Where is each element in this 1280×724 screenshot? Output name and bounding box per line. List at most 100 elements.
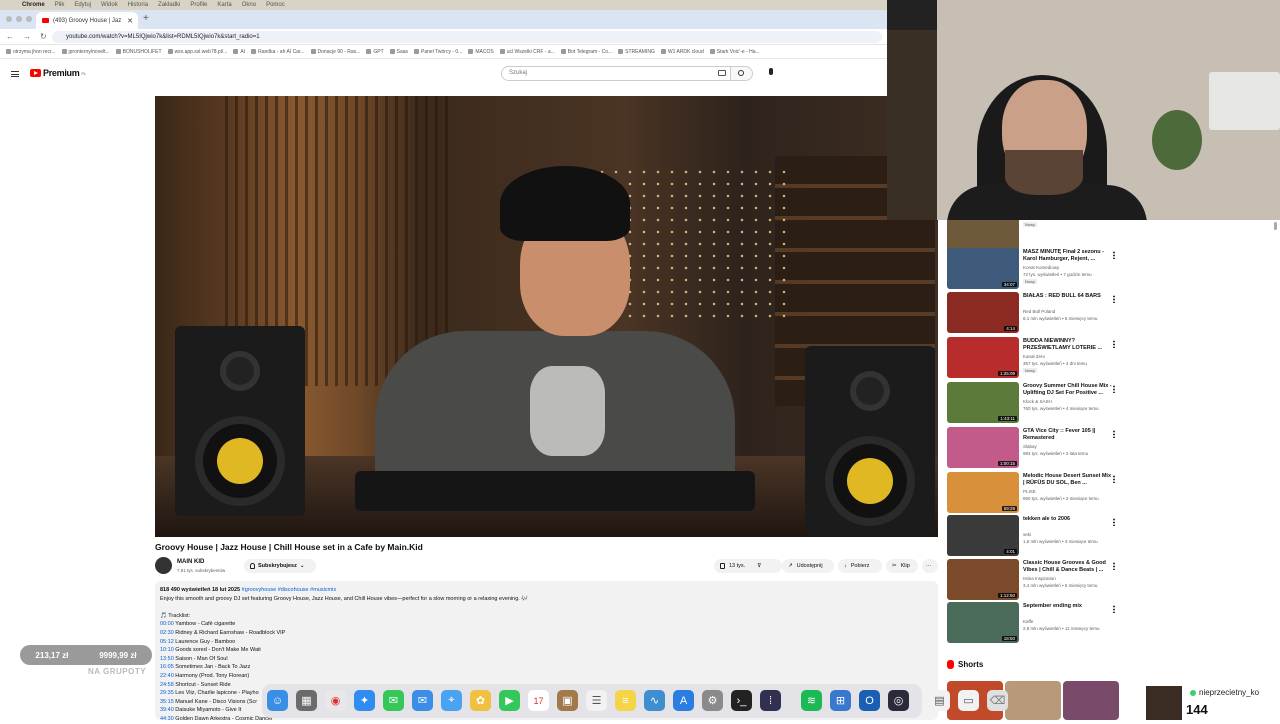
recommended-title[interactable]: GTA Vice City :: Fever 105 || Remastered xyxy=(1023,428,1113,442)
youtube-logo[interactable]: Premium PL xyxy=(30,68,86,78)
chrome-icon[interactable]: ◉ xyxy=(325,690,346,711)
maps-icon[interactable]: ⌖ xyxy=(441,690,462,711)
video-thumbnail[interactable]: 1:12:50 xyxy=(947,559,1019,600)
bookmark-item[interactable]: Randka - ah AI Car... xyxy=(251,49,305,55)
menu-history[interactable]: Historia xyxy=(128,2,148,8)
bookmark-item[interactable]: otrzyma jhon recr... xyxy=(6,49,56,55)
recommended-video[interactable]: 1:43:11 Groovy Summer Chill House Mix - U… xyxy=(947,382,1127,424)
outlook-icon[interactable]: O xyxy=(859,690,880,711)
video-thumbnail[interactable]: 1:25:09 xyxy=(947,337,1019,378)
track-timestamp[interactable]: 13:50 xyxy=(160,656,174,662)
bookmark-item[interactable]: ucl Wszelki CRF - a... xyxy=(499,49,555,55)
more-options-icon[interactable] xyxy=(1113,295,1115,303)
bookmark-item[interactable]: GPT xyxy=(366,49,384,55)
short-thumbnail[interactable] xyxy=(1063,681,1119,720)
recommended-video[interactable]: 4:01 tekken ale to 2006 seki 1,6 mln wyświe… xyxy=(947,515,1127,557)
track-timestamp[interactable]: 29:35 xyxy=(160,690,174,696)
download-button[interactable]: ↓ Pobierz xyxy=(838,559,882,573)
clip-button[interactable]: ✂ Klip xyxy=(886,559,918,573)
apps-grid-icon[interactable]: ⁞ xyxy=(760,690,781,711)
video-player[interactable] xyxy=(155,96,938,537)
trash-icon[interactable]: ⌫ xyxy=(987,690,1008,711)
reminders-icon[interactable]: ☰ xyxy=(586,690,607,711)
finder-icon[interactable]: ☺ xyxy=(267,690,288,711)
video-thumbnail[interactable]: 34:07 xyxy=(947,248,1019,289)
video-thumbnail[interactable]: 18:50 xyxy=(947,602,1019,643)
safari-icon[interactable]: ✦ xyxy=(354,690,375,711)
video-thumbnail[interactable]: 4:14 xyxy=(947,292,1019,333)
share-button[interactable]: ↗ Udostępnij xyxy=(782,559,834,573)
keyboard-icon[interactable] xyxy=(718,70,726,76)
notes-icon[interactable]: ≡ xyxy=(615,690,636,711)
messages-icon[interactable]: ✉ xyxy=(383,690,404,711)
bookmark-item[interactable]: STREAMING xyxy=(618,49,655,55)
menu-view[interactable]: Widok xyxy=(101,2,118,8)
recommended-video[interactable]: 4:14 BIAŁAS : RED BULL 64 BARS Red Bull Po… xyxy=(947,292,1127,334)
more-options-icon[interactable] xyxy=(1113,562,1115,570)
more-options-icon[interactable] xyxy=(1113,430,1115,438)
recommended-channel[interactable]: Kanał Zero xyxy=(1023,354,1045,359)
track-timestamp[interactable]: 22:40 xyxy=(160,673,174,679)
recommended-title[interactable]: Melodic House Desert Sunset Mix | RÜFÜS … xyxy=(1023,473,1113,487)
dislike-icon[interactable]: ⊽ xyxy=(757,563,761,569)
recommended-video[interactable]: 1:00:15 GTA Vice City :: Fever 105 || Rem… xyxy=(947,427,1127,469)
track-timestamp[interactable]: 00:00 xyxy=(160,621,174,627)
windows-app-icon[interactable]: ⊞ xyxy=(830,690,851,711)
spotify-icon[interactable]: ≋ xyxy=(801,690,822,711)
more-options-icon[interactable] xyxy=(1113,605,1115,613)
short-thumbnail[interactable] xyxy=(1005,681,1061,720)
search-input[interactable]: Szukaj xyxy=(501,66,731,81)
address-bar[interactable]: youtube.com/watch?v=ML5IQjwio7k&list=RDM… xyxy=(52,31,882,43)
track-timestamp[interactable]: 10:10 xyxy=(160,647,174,653)
bookmark-item[interactable]: AI xyxy=(233,49,245,55)
track-timestamp[interactable]: 44:30 xyxy=(160,716,174,722)
more-options-icon[interactable] xyxy=(1113,251,1115,259)
downloads-icon[interactable]: ▤ xyxy=(929,690,950,711)
more-options-icon[interactable] xyxy=(1113,340,1115,348)
recommended-video[interactable]: 34:07 MASZ MINUTĘ Finał 2 sezonu - Karol … xyxy=(947,248,1127,290)
recommended-title[interactable]: BIAŁAS : RED BULL 64 BARS xyxy=(1023,293,1113,300)
more-actions-button[interactable]: ⋯ xyxy=(922,559,938,573)
archive-icon[interactable]: ▣ xyxy=(557,690,578,711)
menu-file[interactable]: Plik xyxy=(55,2,65,8)
recommended-title[interactable]: BUDDA NIEWINNY? PRZEŚWIETLAMY LOTERIE ..… xyxy=(1023,338,1113,352)
recommended-channel[interactable]: Klock & SASH xyxy=(1023,399,1052,404)
video-thumbnail[interactable]: 59:29 xyxy=(947,472,1019,513)
video-thumbnail[interactable]: 1:00:15 xyxy=(947,427,1019,468)
recommended-title[interactable]: Groovy Summer Chill House Mix - Upliftin… xyxy=(1023,383,1113,397)
track-timestamp[interactable]: 35:15 xyxy=(160,699,174,705)
recommended-channel[interactable]: Konat Komediowy xyxy=(1023,265,1059,270)
bookmark-item[interactable]: Donacje 90 - Ras... xyxy=(310,49,360,55)
channel-avatar[interactable] xyxy=(155,557,172,574)
bookmark-item[interactable]: Panel Twórcy - 0... xyxy=(414,49,462,55)
freeform-icon[interactable]: ∿ xyxy=(644,690,665,711)
forward-icon[interactable]: → xyxy=(23,32,31,41)
back-icon[interactable]: ← xyxy=(6,32,14,41)
photos-icon[interactable]: ✿ xyxy=(470,690,491,711)
menu-tab[interactable]: Karta xyxy=(217,2,231,8)
menu-bookmarks[interactable]: Zakładki xyxy=(158,2,180,8)
bookmark-item[interactable]: Stark Voic'-e - Ha... xyxy=(709,49,760,55)
recommended-title[interactable]: MASZ MINUTĘ Finał 2 sezonu - Karol Hambu… xyxy=(1023,249,1113,263)
video-thumbnail[interactable]: 1:43:11 xyxy=(947,382,1019,423)
recommended-channel[interactable]: seki xyxy=(1023,532,1031,537)
app-store-icon[interactable]: A xyxy=(673,690,694,711)
reload-icon[interactable]: ↻ xyxy=(40,32,47,41)
video-thumbnail[interactable]: 4:01 xyxy=(947,515,1019,556)
recommended-video[interactable]: 1:25:09 BUDDA NIEWINNY? PRZEŚWIETLAMY LOT… xyxy=(947,337,1127,379)
recommended-video[interactable]: 1:12:50 Classic House Grooves & Good Vibe… xyxy=(947,559,1127,601)
bookmark-item[interactable]: BONUSHOLIFET xyxy=(115,49,162,55)
track-timestamp[interactable]: 39:40 xyxy=(160,707,174,713)
menu-hamburger-icon[interactable] xyxy=(11,71,19,77)
subscribe-button[interactable]: Subskrybujesz ⌄ xyxy=(244,559,316,573)
track-timestamp[interactable]: 05:12 xyxy=(160,639,174,645)
scrollbar-thumb[interactable] xyxy=(1274,222,1277,230)
search-button[interactable] xyxy=(731,66,753,81)
hashtags[interactable]: #groovyhouse #discohouse #musicmix xyxy=(242,587,336,593)
more-options-icon[interactable] xyxy=(1113,518,1115,526)
recommended-channel[interactable]: Slabay xyxy=(1023,444,1037,449)
recommended-channel[interactable]: PLISE xyxy=(1023,489,1036,494)
more-options-icon[interactable] xyxy=(1113,475,1115,483)
menu-help[interactable]: Pomoc xyxy=(266,2,285,8)
like-count[interactable]: 13 tys. xyxy=(729,563,745,569)
